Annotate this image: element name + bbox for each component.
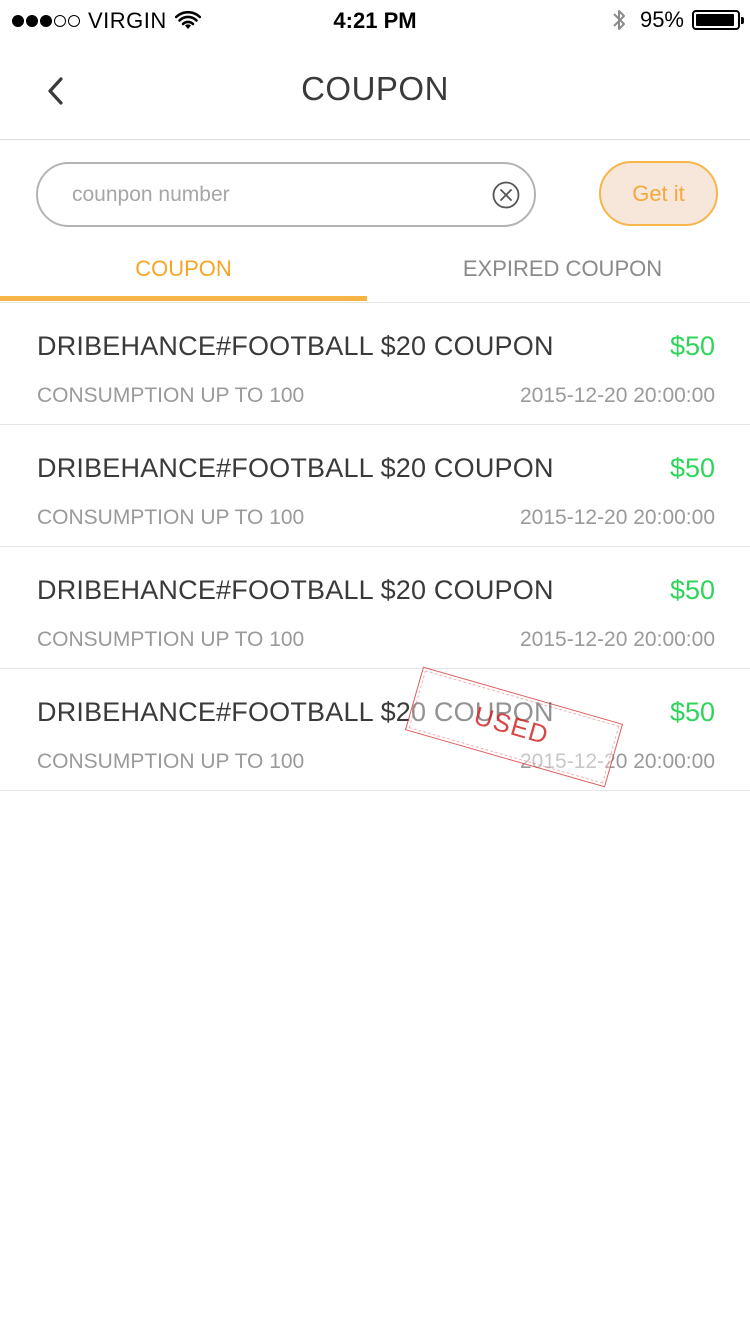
coupon-list: DRIBEHANCE#FOOTBALL $20 COUPON $50 CONSU…	[0, 303, 750, 791]
coupon-amount: $50	[669, 331, 715, 361]
tab-coupon[interactable]: COUPON	[0, 236, 367, 302]
coupon-title: DRIBEHANCE#FOOTBALL $20 COUPON	[37, 453, 554, 483]
coupon-expiry-date: 2015-12-20 20:00:00	[520, 750, 715, 773]
coupon-tabs: COUPON EXPIRED COUPON	[0, 236, 750, 303]
coupon-expiry-date: 2015-12-20 20:00:00	[520, 506, 715, 529]
status-bar: VIRGIN 4:21 PM 95%	[0, 0, 750, 42]
coupon-expiry-date: 2015-12-20 20:00:00	[520, 628, 715, 651]
coupon-amount: $50	[669, 453, 715, 483]
coupon-condition: CONSUMPTION UP TO 100	[37, 384, 305, 407]
coupon-condition: CONSUMPTION UP TO 100	[37, 750, 305, 773]
coupon-title: DRIBEHANCE#FOOTBALL $20 COUPON	[37, 331, 554, 361]
coupon-item[interactable]: DRIBEHANCE#FOOTBALL $20 COUPON $50 CONSU…	[0, 425, 750, 547]
bluetooth-icon	[613, 10, 625, 30]
navigation-bar: COUPON	[0, 42, 750, 140]
battery-percentage: 95%	[639, 7, 684, 32]
coupon-condition: CONSUMPTION UP TO 100	[37, 628, 305, 651]
battery-icon	[692, 10, 744, 30]
coupon-item[interactable]: DRIBEHANCE#FOOTBALL $20 COUPON $50 CONSU…	[0, 547, 750, 669]
coupon-amount: $50	[669, 697, 715, 727]
active-tab-indicator	[0, 296, 367, 301]
coupon-item[interactable]: DRIBEHANCE#FOOTBALL $20 COUPON $50 CONSU…	[0, 303, 750, 425]
battery-cap	[741, 17, 744, 24]
coupon-condition: CONSUMPTION UP TO 100	[37, 506, 305, 529]
battery-level	[696, 14, 734, 26]
coupon-number-input[interactable]	[70, 164, 490, 225]
clear-circle-icon	[492, 181, 520, 209]
tab-expired-coupon[interactable]: EXPIRED COUPON	[375, 236, 750, 302]
status-right: 95%	[610, 7, 744, 33]
clear-button[interactable]	[492, 181, 520, 209]
coupon-number-field	[36, 162, 536, 227]
get-it-button[interactable]: Get it	[599, 161, 718, 226]
coupon-item-used[interactable]: DRIBEHANCE#FOOTBALL $20 COUPON $50 CONSU…	[0, 666, 750, 791]
coupon-expiry-date: 2015-12-20 20:00:00	[520, 384, 715, 407]
page-title: COUPON	[301, 70, 449, 107]
coupon-title: DRIBEHANCE#FOOTBALL $20 COUPON	[37, 697, 554, 727]
coupon-amount: $50	[669, 575, 715, 605]
coupon-title: DRIBEHANCE#FOOTBALL $20 COUPON	[37, 575, 554, 605]
